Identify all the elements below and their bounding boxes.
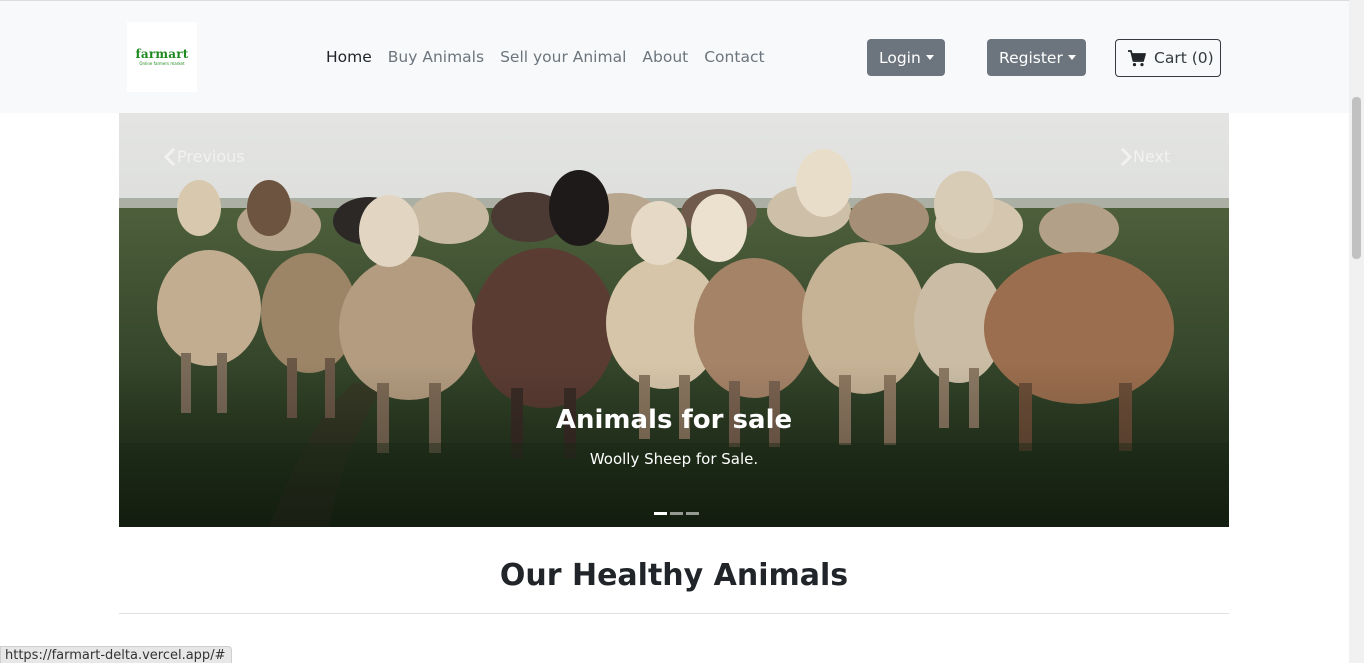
chevron-left-icon: [163, 147, 176, 166]
section-title: Our Healthy Animals: [499, 558, 849, 593]
nav-link-contact[interactable]: Contact: [696, 46, 772, 68]
carousel-indicators: [652, 512, 700, 515]
cart-label: Cart (0): [1154, 49, 1214, 67]
logo-wordmark: farmart: [135, 47, 189, 61]
carousel-caption-title: Animals for sale: [555, 405, 793, 435]
nav-link-sell-animal[interactable]: Sell your Animal: [492, 46, 634, 68]
carousel-caption-text: Woolly Sheep for Sale.: [589, 450, 759, 468]
carousel-indicator-2[interactable]: [669, 512, 683, 515]
hero-carousel: Previous Next Animals for sale Woolly Sh…: [119, 113, 1229, 527]
register-label: Register: [999, 48, 1063, 67]
section-divider: [119, 613, 1229, 614]
caret-down-icon: [1067, 55, 1076, 60]
page: farmart Online farmers market Home Buy A…: [0, 0, 1364, 663]
brand-logo[interactable]: farmart Online farmers market: [127, 22, 197, 92]
nav-link-home[interactable]: Home: [318, 46, 380, 68]
cart-button[interactable]: Cart (0): [1115, 39, 1221, 77]
logo-tagline: Online farmers market: [139, 61, 185, 66]
chevron-right-icon: [1120, 147, 1133, 166]
carousel-prev-button[interactable]: Previous: [163, 147, 245, 166]
login-label: Login: [879, 48, 921, 67]
login-dropdown-button[interactable]: Login: [867, 39, 945, 76]
carousel-next-button[interactable]: Next: [1119, 147, 1170, 166]
nav-link-about[interactable]: About: [634, 46, 696, 68]
cart-icon: [1128, 49, 1146, 66]
caret-down-icon: [925, 55, 934, 60]
carousel-indicator-1[interactable]: [653, 512, 667, 515]
carousel-indicator-3[interactable]: [685, 512, 699, 515]
scrollbar-thumb[interactable]: [1352, 97, 1361, 259]
nav-links: Home Buy Animals Sell your Animal About …: [318, 46, 773, 68]
carousel-prev-label: Previous: [177, 147, 245, 166]
register-dropdown-button[interactable]: Register: [987, 39, 1086, 76]
carousel-next-label: Next: [1133, 147, 1171, 166]
navbar: farmart Online farmers market Home Buy A…: [0, 1, 1349, 113]
browser-status-bar: https://farmart-delta.vercel.app/#: [0, 646, 233, 663]
nav-link-buy-animals[interactable]: Buy Animals: [380, 46, 492, 68]
